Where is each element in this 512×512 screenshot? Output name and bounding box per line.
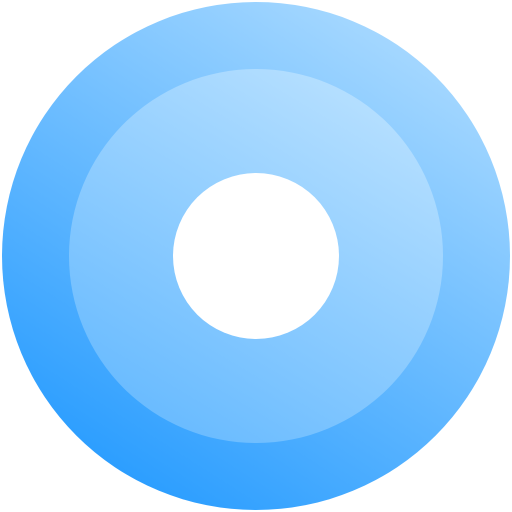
- icon-canvas: [0, 0, 512, 512]
- center-dot: [173, 173, 339, 339]
- ring-target-icon: [2, 2, 510, 510]
